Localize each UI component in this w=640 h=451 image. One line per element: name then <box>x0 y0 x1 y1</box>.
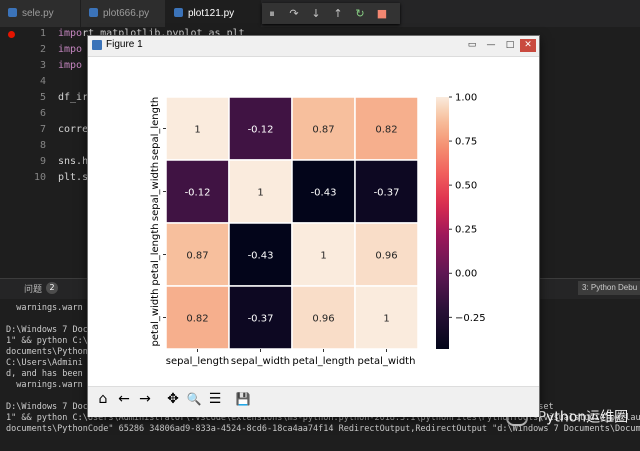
cell-value-label: 0.82 <box>186 314 208 325</box>
restore-icon[interactable]: ▭ <box>463 39 481 52</box>
cell-value-label: -0.43 <box>311 188 337 199</box>
stop-icon[interactable]: ■ <box>372 3 392 24</box>
colorbar-tick-label: 0.75 <box>455 137 477 148</box>
figure-title-bar[interactable]: Figure 1 ▭ — □ ✕ <box>88 36 539 57</box>
cell-value-label: -0.37 <box>374 188 400 199</box>
line-number: 8 <box>39 140 46 151</box>
colorbar <box>436 97 449 349</box>
y-tick-label: petal_length <box>150 223 161 285</box>
x-tick-label: sepal_length <box>166 356 230 367</box>
line-number: 9 <box>39 156 46 167</box>
step-over-icon[interactable]: ↷ <box>284 3 304 24</box>
problems-count-badge: 2 <box>46 282 58 294</box>
y-tick-label: sepal_width <box>150 162 161 221</box>
breakpoint-icon[interactable] <box>8 31 15 38</box>
minimize-icon[interactable]: — <box>482 39 500 52</box>
code-line: plt.s <box>58 172 89 183</box>
cell-value-label: 0.96 <box>375 251 397 262</box>
python-file-icon <box>174 8 183 17</box>
tab-label: plot666.py <box>103 8 150 19</box>
debug-toolbar: ⏸ ↷ ↓ ↑ ↻ ■ <box>262 3 400 24</box>
line-number: 1 <box>39 28 46 39</box>
tab-plot666-py[interactable]: plot666.py <box>81 0 166 27</box>
line-number: 3 <box>39 60 46 71</box>
tab-plot121-py[interactable]: plot121.py <box>166 0 261 27</box>
colorbar-tick-label: 0.50 <box>455 181 477 192</box>
code-line: sns.h <box>58 156 89 167</box>
save-icon[interactable]: 💾 <box>234 390 252 408</box>
watermark-text: Python运维圈 <box>537 409 629 426</box>
terminal-selector[interactable]: 3: Python Debu <box>578 281 640 295</box>
code-line: corre <box>58 124 89 135</box>
colorbar-tick-label: 0.00 <box>455 269 477 280</box>
colorbar-tick-label: −0.25 <box>455 313 486 324</box>
line-number-gutter: 1 2 3 4 5 6 7 8 9 10 <box>0 27 48 187</box>
line-number: 2 <box>39 44 46 55</box>
cell-value-label: -0.12 <box>248 125 274 136</box>
y-tick-label: petal_width <box>150 289 161 347</box>
tab-label: plot121.py <box>188 8 235 19</box>
line-number: 6 <box>39 108 46 119</box>
colorbar-tick-label: 1.00 <box>455 93 477 104</box>
cell-value-label: 0.82 <box>375 125 397 136</box>
python-file-icon <box>89 8 98 17</box>
cell-value-label: 1 <box>320 251 326 262</box>
x-tick-label: petal_length <box>292 356 354 367</box>
x-tick-label: sepal_width <box>231 356 290 367</box>
y-tick-label: sepal_length <box>150 97 161 161</box>
cell-value-label: 1 <box>383 314 389 325</box>
back-icon[interactable]: ← <box>115 390 133 408</box>
zoom-icon[interactable]: 🔍 <box>185 390 203 408</box>
colorbar-tick-label: 0.25 <box>455 225 477 236</box>
line-number: 10 <box>33 172 46 183</box>
x-tick-label: petal_width <box>358 356 416 367</box>
configure-icon[interactable]: ☰ <box>206 390 224 408</box>
cell-value-label: -0.12 <box>185 188 211 199</box>
figure-app-icon <box>92 40 102 50</box>
tab-label: sele.py <box>22 8 54 19</box>
problems-tab[interactable]: 问题 <box>24 282 42 295</box>
cell-value-label: 0.87 <box>312 125 334 136</box>
line-number: 7 <box>39 124 46 135</box>
code-line: impo <box>58 60 83 71</box>
cell-value-label: 0.87 <box>186 251 208 262</box>
step-out-icon[interactable]: ↑ <box>328 3 348 24</box>
pan-icon[interactable]: ✥ <box>164 390 182 408</box>
line-number: 4 <box>39 76 46 87</box>
figure-toolbar: ⌂ ← → ✥ 🔍 ☰ 💾 <box>88 386 539 417</box>
python-file-icon <box>8 8 17 17</box>
cell-value-label: -0.43 <box>248 251 274 262</box>
heatmap-chart: 1 -0.12 0.87 0.82 -0.12 1 -0.43 -0.37 0.87 -0.43 1… <box>150 93 486 368</box>
cell-value-label: 1 <box>194 125 200 136</box>
figure-window: Figure 1 ▭ — □ ✕ 1 -0.12 0.87 0.82 -0.12 1 -0.… <box>87 35 540 417</box>
pause-icon[interactable]: ⏸ <box>262 3 282 24</box>
forward-icon[interactable]: → <box>136 390 154 408</box>
tab-sele-py[interactable]: sele.py <box>0 0 81 27</box>
maximize-icon[interactable]: □ <box>501 39 519 52</box>
code-line: impo <box>58 44 83 55</box>
cell-value-label: 0.96 <box>312 314 334 325</box>
cell-value-label: -0.37 <box>248 314 274 325</box>
home-icon[interactable]: ⌂ <box>94 390 112 408</box>
figure-title: Figure 1 <box>106 39 143 50</box>
close-icon[interactable]: ✕ <box>520 39 536 52</box>
code-line: df_ir <box>58 92 89 103</box>
restart-icon[interactable]: ↻ <box>350 3 370 24</box>
step-into-icon[interactable]: ↓ <box>306 3 326 24</box>
cell-value-label: 1 <box>257 188 263 199</box>
line-number: 5 <box>39 92 46 103</box>
